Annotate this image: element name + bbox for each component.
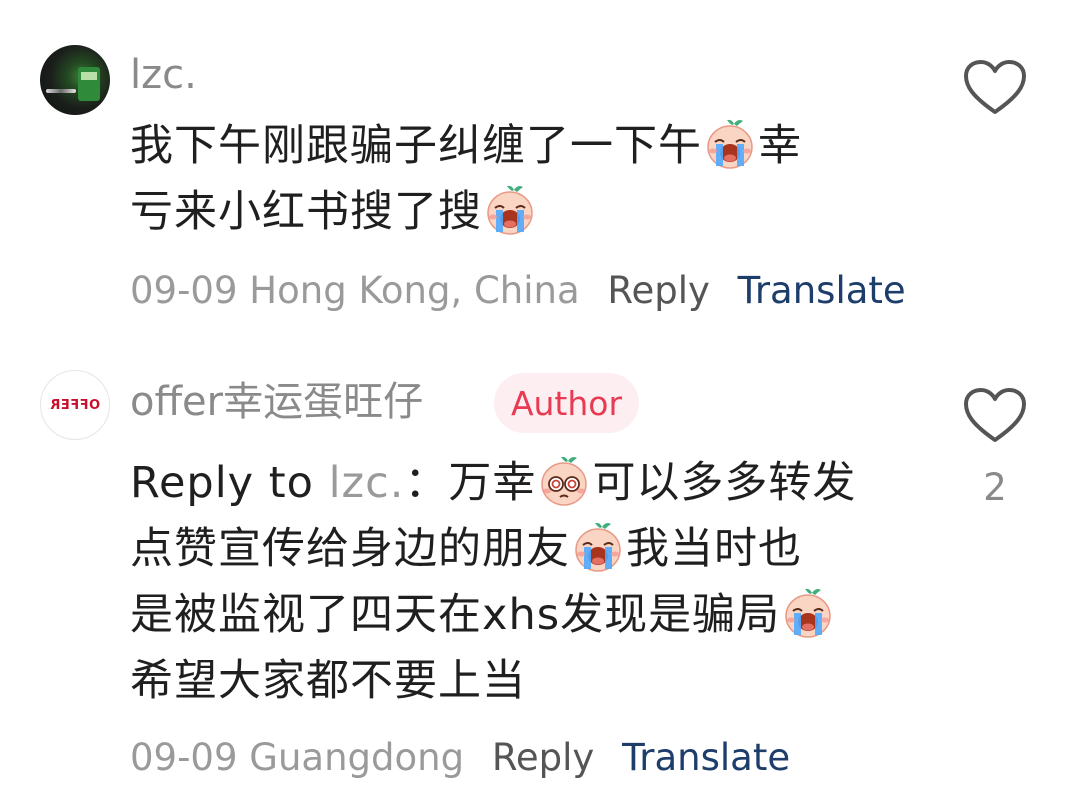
comment-item: OFFER offer幸运蛋旺仔 Author Reply to lzc.：万幸… — [0, 0, 1081, 812]
mention-link[interactable]: lzc. — [329, 458, 405, 508]
translate-link[interactable]: Translate — [622, 736, 790, 779]
author-badge: Author — [494, 373, 639, 433]
offer-logo: OFFER — [49, 397, 101, 413]
reply-to-label: Reply to — [130, 458, 314, 508]
heart-outline-icon[interactable] — [962, 386, 1028, 446]
username[interactable]: offer幸运蛋旺仔 — [130, 382, 423, 422]
reply-button[interactable]: Reply — [492, 736, 594, 779]
crying-emoji — [572, 521, 624, 573]
comment-date: 09-09 — [130, 736, 238, 779]
avatar[interactable]: OFFER — [40, 370, 110, 440]
comment-location: Guangdong — [249, 736, 465, 779]
like-count: 2 — [983, 466, 1007, 509]
comment-text: Reply to lzc.：万幸 可以多多转发 点赞宣传给身边的朋友 我当时也 是被… — [130, 450, 900, 714]
crying-emoji — [782, 587, 834, 639]
comment-meta: 09-09 Guangdong Reply Translate — [130, 739, 790, 776]
pleading-emoji — [538, 455, 590, 507]
